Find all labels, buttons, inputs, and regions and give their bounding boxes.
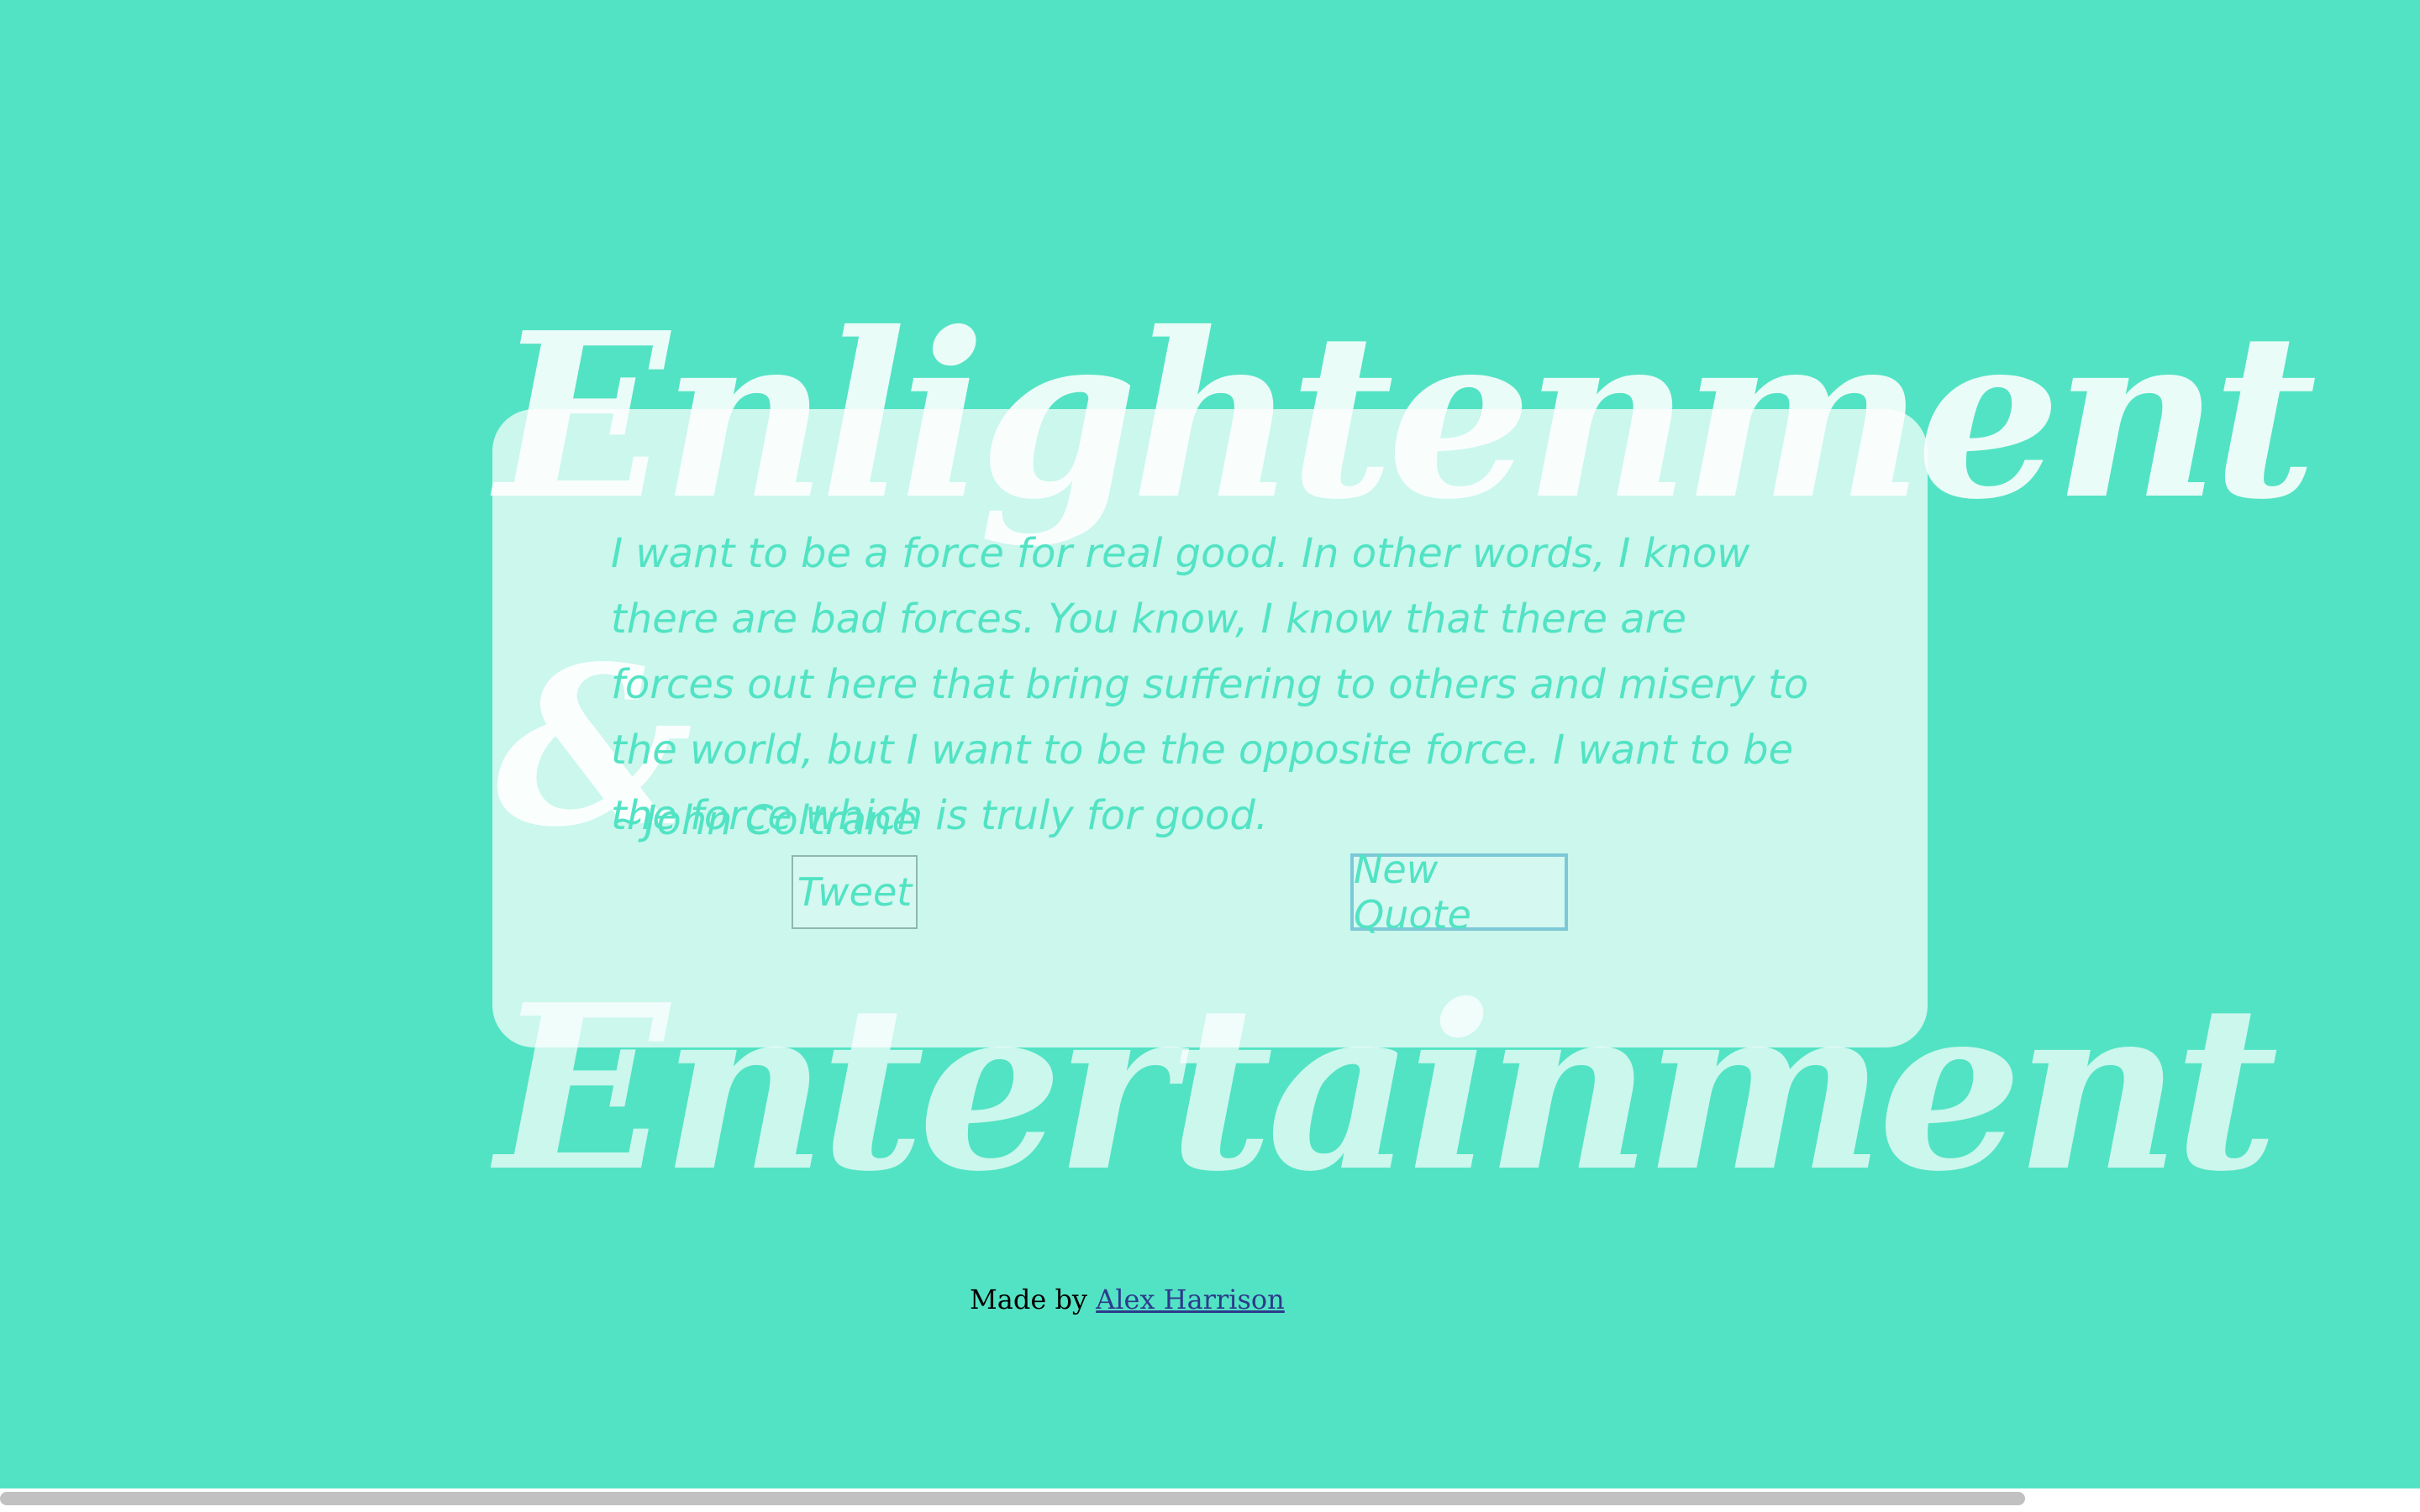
- horizontal-scrollbar[interactable]: [0, 1488, 2420, 1512]
- tweet-button[interactable]: Tweet: [792, 855, 918, 929]
- tweet-button-label: Tweet: [797, 869, 913, 915]
- new-quote-button[interactable]: New Quote: [1350, 847, 1568, 937]
- scrollbar-thumb[interactable]: [0, 1492, 2025, 1505]
- footer: Made by Alex Harrison: [970, 1284, 1285, 1315]
- author-link[interactable]: Alex Harrison: [1096, 1284, 1285, 1315]
- footer-prefix: Made by: [970, 1284, 1087, 1315]
- new-quote-button-label: New Quote: [1354, 847, 1471, 937]
- quote-author: ~John Coltrane: [611, 797, 917, 844]
